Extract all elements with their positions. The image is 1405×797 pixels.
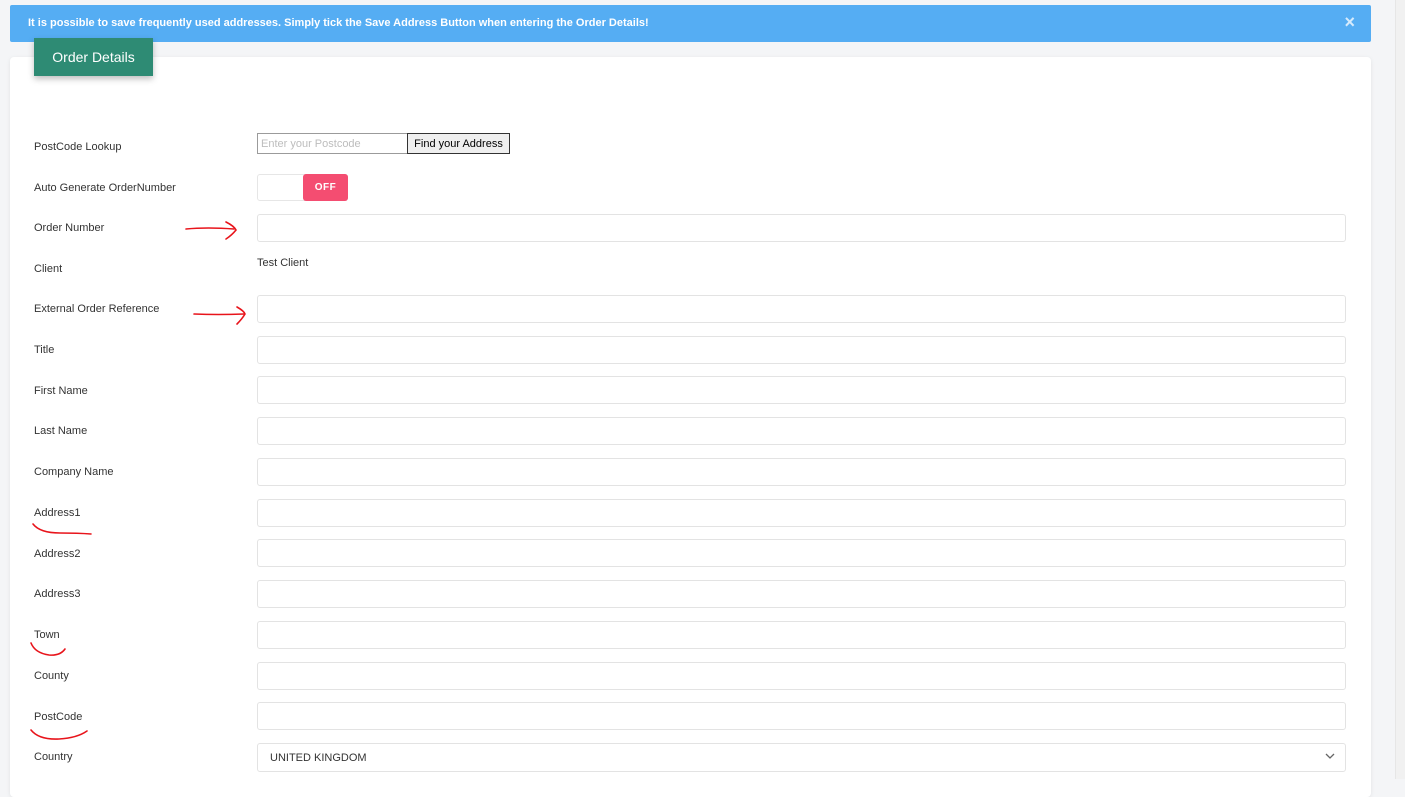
order-number-label: Order Number — [34, 222, 105, 234]
client-value: Test Client — [257, 257, 309, 269]
first-name-label: First Name — [34, 385, 88, 397]
address2-input[interactable] — [257, 539, 1346, 567]
page-scrollbar[interactable] — [1395, 0, 1405, 779]
town-input[interactable] — [257, 621, 1346, 649]
address1-input[interactable] — [257, 499, 1346, 527]
address3-input[interactable] — [257, 580, 1346, 608]
country-label: Country — [34, 751, 73, 763]
country-selected-value: UNITED KINGDOM — [270, 752, 367, 764]
postcode-lookup-label: PostCode Lookup — [34, 141, 122, 153]
find-address-button[interactable]: Find your Address — [407, 133, 510, 154]
address3-label: Address3 — [34, 588, 81, 600]
order-number-input[interactable] — [257, 214, 1346, 242]
external-ref-label: External Order Reference — [34, 303, 160, 315]
company-name-label: Company Name — [34, 466, 114, 478]
last-name-label: Last Name — [34, 425, 88, 437]
postcode-input[interactable] — [257, 702, 1346, 730]
info-alert: It is possible to save frequently used a… — [10, 5, 1371, 42]
title-label: Title — [34, 344, 55, 356]
client-label: Client — [34, 263, 63, 275]
close-icon[interactable]: × — [1344, 12, 1355, 32]
alert-message: It is possible to save frequently used a… — [28, 17, 649, 29]
order-details-tab: Order Details — [34, 38, 153, 76]
county-input[interactable] — [257, 662, 1346, 690]
auto-generate-label: Auto Generate OrderNumber — [34, 182, 176, 194]
postcode-label: PostCode — [34, 711, 83, 723]
last-name-input[interactable] — [257, 417, 1346, 445]
auto-generate-toggle[interactable]: OFF — [257, 174, 348, 201]
town-label: Town — [34, 629, 60, 641]
postcode-lookup-input[interactable] — [257, 133, 407, 154]
title-input[interactable] — [257, 336, 1346, 364]
country-select[interactable]: UNITED KINGDOM — [257, 743, 1346, 772]
county-label: County — [34, 670, 69, 682]
chevron-down-icon — [1325, 753, 1335, 759]
company-name-input[interactable] — [257, 458, 1346, 486]
address1-label: Address1 — [34, 507, 81, 519]
address2-label: Address2 — [34, 548, 81, 560]
first-name-input[interactable] — [257, 376, 1346, 404]
toggle-off-indicator: OFF — [303, 174, 348, 201]
external-ref-input[interactable] — [257, 295, 1346, 323]
